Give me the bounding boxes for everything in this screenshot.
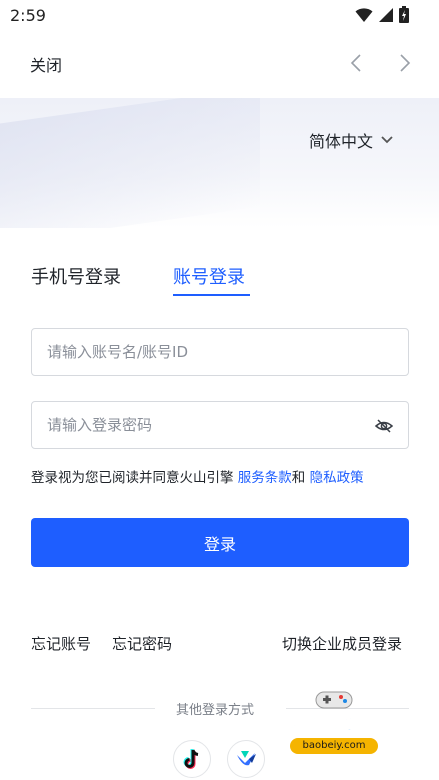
back-arrow-button[interactable] — [344, 50, 368, 76]
language-label: 简体中文 — [309, 132, 374, 151]
chevron-down-icon — [381, 136, 393, 144]
battery-icon — [399, 6, 409, 23]
hero-decoration — [0, 98, 260, 228]
status-bar: 2:59 — [0, 0, 439, 30]
password-input[interactable] — [32, 402, 332, 448]
login-tabs: 手机号登录 账号登录 — [31, 263, 411, 303]
nav-bar: 关闭 — [0, 30, 439, 98]
active-tab-indicator — [173, 294, 250, 296]
agreement-conjunction: 和 — [291, 470, 310, 486]
watermark-title: 宝贝游戏网 — [266, 710, 376, 735]
douyin-login-button[interactable] — [173, 740, 211, 778]
forgot-account-link[interactable]: 忘记账号 — [31, 633, 91, 654]
chevron-left-icon — [350, 54, 361, 72]
password-input-box — [31, 401, 409, 449]
watermark-domain: baobeiy.com — [290, 738, 378, 754]
feishu-icon — [237, 751, 256, 766]
forward-arrow-button[interactable] — [393, 50, 417, 76]
cellular-signal-icon — [379, 7, 393, 22]
tab-account-login[interactable]: 账号登录 — [173, 263, 245, 289]
forgot-password-link[interactable]: 忘记密码 — [112, 633, 172, 654]
login-button[interactable]: 登录 — [31, 518, 409, 567]
status-icons — [355, 6, 409, 23]
account-input-box — [31, 328, 409, 376]
terms-of-service-link[interactable]: 服务条款 — [238, 470, 292, 486]
language-selector[interactable]: 简体中文 — [309, 128, 393, 152]
eye-off-icon — [374, 419, 394, 433]
agreement-prefix: 登录视为您已阅读并同意火山引擎 — [31, 470, 238, 486]
wifi-icon — [355, 7, 373, 22]
divider-left — [31, 708, 155, 709]
tab-phone-login[interactable]: 手机号登录 — [31, 263, 121, 289]
douyin-icon — [183, 749, 199, 769]
account-input[interactable] — [32, 329, 332, 375]
close-button[interactable]: 关闭 — [30, 52, 62, 76]
enterprise-login-link[interactable]: 切换企业成员登录 — [282, 633, 402, 654]
privacy-policy-link[interactable]: 隐私政策 — [310, 470, 364, 486]
feishu-login-button[interactable] — [227, 740, 265, 778]
hero-banner: 简体中文 — [0, 98, 439, 228]
toggle-password-visibility-button[interactable] — [374, 416, 394, 436]
agreement-text: 登录视为您已阅读并同意火山引擎 服务条款和 隐私政策 — [31, 466, 364, 486]
other-login-label: 其他登录方式 — [176, 703, 255, 718]
status-time: 2:59 — [10, 6, 46, 25]
chevron-right-icon — [400, 54, 411, 72]
watermark: 宝贝游戏网 baobeiy.com — [262, 688, 412, 762]
